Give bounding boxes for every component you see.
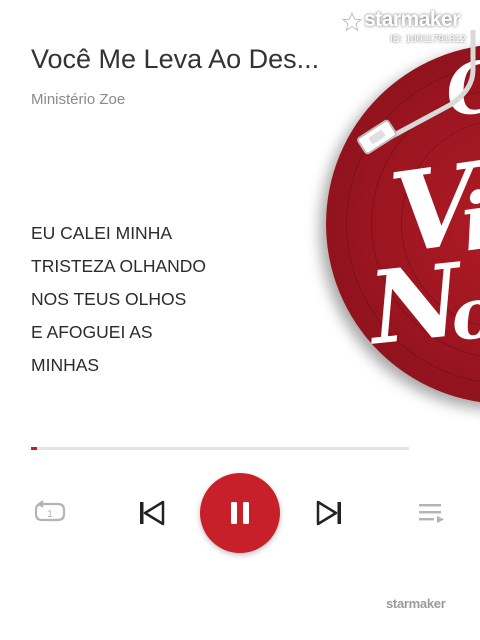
skip-previous-icon xyxy=(140,500,165,526)
watermark-id: ID: 10011791312 xyxy=(390,34,466,45)
star-icon xyxy=(342,12,362,32)
pause-icon xyxy=(231,502,249,524)
lyric-line: TRISTEZA OLHANDO xyxy=(31,256,207,276)
footer-brand: starmaker xyxy=(386,596,446,611)
lyric-line: E AFOGUEI AS xyxy=(31,322,153,342)
playlist-button[interactable] xyxy=(412,496,450,530)
next-button[interactable] xyxy=(312,496,348,530)
lyric-line: NOS TEUS OLHOS xyxy=(31,289,187,309)
starmaker-watermark: starmaker ID: 10011791312 xyxy=(342,6,474,48)
artist-name[interactable]: Ministério Zoe xyxy=(31,91,125,108)
repeat-one-icon: 1 xyxy=(34,500,66,522)
skip-next-icon xyxy=(316,500,341,526)
repeat-button[interactable]: 1 xyxy=(30,496,70,530)
song-title: Você Me Leva Ao Des... xyxy=(31,44,320,74)
lyrics-panel[interactable]: EU CALEI MINHA TRISTEZA OLHANDO NOS TEUS… xyxy=(31,220,321,385)
tonearm-icon xyxy=(357,30,476,155)
playlist-icon xyxy=(419,504,444,523)
lyric-line: MINHAS xyxy=(31,355,100,375)
pause-button[interactable] xyxy=(200,473,280,553)
progress-bar[interactable] xyxy=(31,447,409,450)
lyric-line: EU CALEI MINHA xyxy=(31,223,172,243)
progress-fill xyxy=(31,447,37,450)
player-screen: V i N o C starmaker ID: 10011791312 Você… xyxy=(0,0,480,640)
previous-button[interactable] xyxy=(133,496,169,530)
watermark-logo-text: starmaker xyxy=(364,8,460,31)
svg-text:1: 1 xyxy=(47,509,53,520)
